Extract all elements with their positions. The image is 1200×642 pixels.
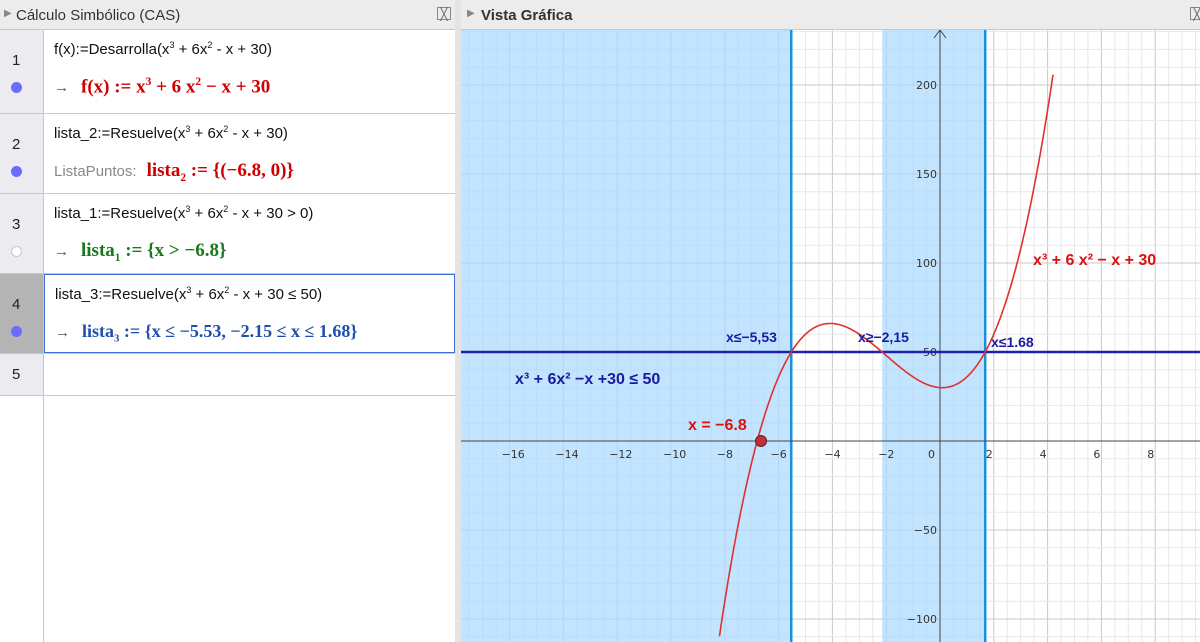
boundary-label-3[interactable]: x≤1.68	[991, 334, 1034, 350]
row-gutter[interactable]: 3	[0, 194, 44, 273]
graphics-titlebar[interactable]: ▶ Vista Gráfica ╳	[461, 0, 1200, 30]
x-tick-label: −14	[555, 448, 578, 461]
cas-cell-empty[interactable]	[44, 354, 455, 395]
root-point[interactable]	[755, 435, 767, 447]
x-tick-label: −8	[717, 448, 733, 461]
root-label[interactable]: x = −6.8	[688, 417, 747, 434]
row-number: 3	[12, 216, 21, 233]
row-number: 5	[12, 366, 21, 383]
x-tick-label: −2	[878, 448, 894, 461]
cas-output: → lista3 := {x ≤ −5.53, −2.15 ≤ x ≤ 1.68}	[55, 321, 358, 345]
close-icon[interactable]: ╳	[437, 7, 451, 20]
cas-row-2[interactable]: 2 lista_2:=Resuelve(x3 + 6x2 - x + 30) L…	[0, 114, 455, 194]
visibility-dot-icon[interactable]	[11, 82, 22, 93]
x-tick-label: 4	[1040, 448, 1047, 461]
visibility-dot-icon[interactable]	[11, 166, 22, 177]
y-tick-label: 100	[916, 257, 937, 270]
y-tick-label: −50	[914, 524, 937, 537]
x-tick-label: 6	[1093, 448, 1100, 461]
graphics-title: Vista Gráfica	[481, 7, 573, 24]
cas-titlebar[interactable]: ▶ Cálculo Simbólico (CAS) ╳	[0, 0, 455, 30]
collapse-triangle-icon[interactable]: ▶	[467, 8, 475, 19]
cas-cell[interactable]: lista_1:=Resuelve(x3 + 6x2 - x + 30 > 0)…	[44, 194, 455, 273]
y-tick-label: −100	[907, 613, 937, 626]
cas-input[interactable]: f(x):=Desarrolla(x3 + 6x2 - x + 30)	[54, 40, 272, 58]
x-tick-label: −10	[663, 448, 686, 461]
row-number: 4	[12, 296, 21, 313]
inequality-label[interactable]: x³ + 6x² −x +30 ≤ 50	[515, 371, 660, 388]
row-gutter[interactable]: 2	[0, 114, 44, 193]
visibility-dot-icon[interactable]	[11, 246, 22, 257]
cas-row-3[interactable]: 3 lista_1:=Resuelve(x3 + 6x2 - x + 30 > …	[0, 194, 455, 274]
x-tick-label: −12	[609, 448, 632, 461]
row-number: 1	[12, 52, 21, 69]
cas-output: → lista1 := {x > −6.8}	[54, 240, 227, 264]
x-tick-label: −4	[824, 448, 840, 461]
cas-input[interactable]: lista_1:=Resuelve(x3 + 6x2 - x + 30 > 0)	[54, 204, 313, 222]
cas-row-5[interactable]: 5	[0, 354, 455, 396]
collapse-triangle-icon[interactable]: ▶	[4, 8, 12, 19]
visibility-dot-icon[interactable]	[11, 326, 22, 337]
y-tick-label: 200	[916, 79, 937, 92]
row-number: 2	[12, 136, 21, 153]
x-tick-label: 2	[986, 448, 993, 461]
x-tick-label: −16	[502, 448, 525, 461]
boundary-label-2[interactable]: x≥−2,15	[858, 329, 909, 345]
x-tick-label: 0	[928, 448, 935, 461]
x-tick-label: −6	[771, 448, 787, 461]
cas-row-1[interactable]: 1 f(x):=Desarrolla(x3 + 6x2 - x + 30) → f…	[0, 30, 455, 114]
row-gutter[interactable]: 1	[0, 30, 44, 113]
cas-cell[interactable]: f(x):=Desarrolla(x3 + 6x2 - x + 30) → f(x…	[44, 30, 455, 113]
function-label[interactable]: x³ + 6 x² − x + 30	[1033, 252, 1156, 269]
cas-cell[interactable]: lista_2:=Resuelve(x3 + 6x2 - x + 30) Lis…	[44, 114, 455, 193]
close-icon[interactable]: ╳	[1190, 7, 1200, 20]
row-gutter[interactable]: 4	[0, 274, 44, 353]
gutter-filler	[0, 396, 44, 642]
cas-row-4[interactable]: 4 lista_3:=Resuelve(x3 + 6x2 - x + 30 ≤ …	[0, 274, 455, 354]
cas-input[interactable]: lista_2:=Resuelve(x3 + 6x2 - x + 30)	[54, 124, 288, 142]
cas-title: Cálculo Simbólico (CAS)	[16, 7, 181, 24]
cas-panel: ▶ Cálculo Simbólico (CAS) ╳ 1 f(x):=Desa…	[0, 0, 455, 642]
x-tick-label: 8	[1147, 448, 1154, 461]
y-tick-label: 150	[916, 168, 937, 181]
boundary-label-1[interactable]: x≤−5,53	[726, 329, 777, 345]
cas-cell[interactable]: lista_3:=Resuelve(x3 + 6x2 - x + 30 ≤ 50…	[44, 274, 455, 353]
cas-input[interactable]: lista_3:=Resuelve(x3 + 6x2 - x + 30 ≤ 50…	[55, 285, 322, 303]
cas-output: ListaPuntos: lista2 := {(−6.8, 0)}	[54, 160, 294, 184]
cas-output: → f(x) := x3 + 6 x2 − x + 30	[54, 76, 271, 98]
row-gutter[interactable]: 5	[0, 354, 44, 395]
graphics-view[interactable]: −16−14−12−10−8−6−4−202468 20015010050−50…	[461, 30, 1200, 642]
